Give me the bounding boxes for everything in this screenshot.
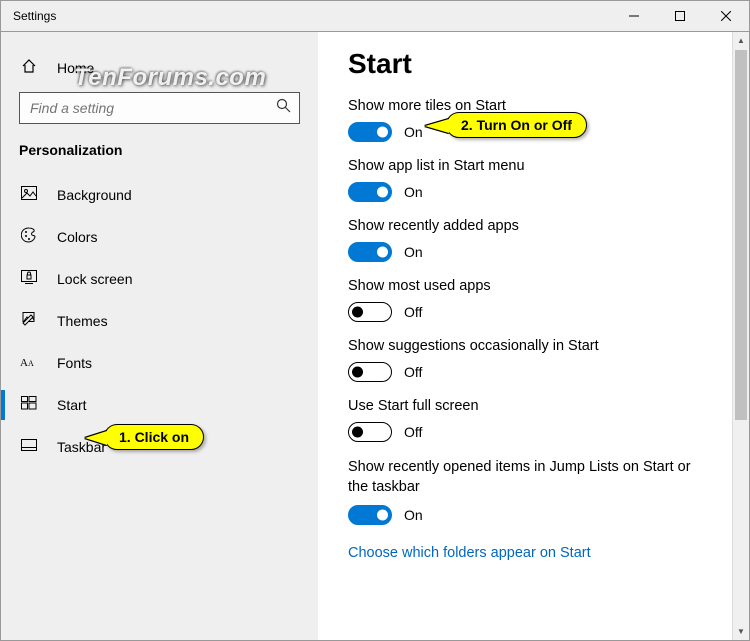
annotation-turn-on-off: 2. Turn On or Off	[446, 112, 587, 138]
toggle-state: On	[404, 507, 423, 523]
toggle-most-used[interactable]	[348, 302, 392, 322]
setting-label: Show recently added apps	[348, 218, 727, 234]
toggle-state: Off	[404, 304, 422, 320]
sidebar-item-background[interactable]: Background	[1, 174, 318, 216]
setting-label: Use Start full screen	[348, 398, 727, 414]
palette-icon	[19, 227, 39, 248]
picture-icon	[19, 186, 39, 205]
choose-folders-link[interactable]: Choose which folders appear on Start	[348, 545, 591, 561]
toggle-full-screen[interactable]	[348, 422, 392, 442]
sidebar-item-start[interactable]: Start	[1, 384, 318, 426]
toggle-show-app-list[interactable]	[348, 182, 392, 202]
minimize-button[interactable]	[611, 1, 657, 32]
lock-screen-icon	[19, 270, 39, 289]
maximize-button[interactable]	[657, 1, 703, 32]
svg-text:A: A	[20, 357, 28, 368]
setting-most-used: Show most used apps Off	[348, 278, 727, 322]
sidebar-item-label: Themes	[39, 313, 108, 329]
nav-home[interactable]: Home	[1, 48, 318, 88]
sidebar-item-lock-screen[interactable]: Lock screen	[1, 258, 318, 300]
scrollbar[interactable]: ▲ ▼	[732, 32, 749, 640]
search-box[interactable]	[19, 92, 300, 124]
toggle-show-more-tiles[interactable]	[348, 122, 392, 142]
toggle-state: Off	[404, 424, 422, 440]
sidebar-item-fonts[interactable]: AA Fonts	[1, 342, 318, 384]
sidebar-item-label: Start	[39, 397, 87, 413]
setting-jump-lists: Show recently opened items in Jump Lists…	[348, 458, 727, 525]
toggle-state: On	[404, 244, 423, 260]
scroll-thumb[interactable]	[735, 50, 747, 420]
start-icon	[19, 396, 39, 415]
toggle-state: On	[404, 124, 423, 140]
fonts-icon: AA	[19, 354, 39, 373]
setting-show-app-list: Show app list in Start menu On	[348, 158, 727, 202]
toggle-suggestions[interactable]	[348, 362, 392, 382]
setting-label: Show recently opened items in Jump Lists…	[348, 458, 708, 497]
sidebar: Home Personalization Background Colors	[1, 32, 318, 640]
setting-label: Show suggestions occasionally in Start	[348, 338, 727, 354]
sidebar-item-colors[interactable]: Colors	[1, 216, 318, 258]
toggle-recently-added[interactable]	[348, 242, 392, 262]
toggle-jump-lists[interactable]	[348, 505, 392, 525]
setting-full-screen: Use Start full screen Off	[348, 398, 727, 442]
scroll-down-icon[interactable]: ▼	[733, 623, 749, 640]
toggle-state: On	[404, 184, 423, 200]
window-title: Settings	[1, 9, 56, 23]
annotation-click-on: 1. Click on	[104, 424, 204, 450]
setting-recently-added: Show recently added apps On	[348, 218, 727, 262]
taskbar-icon	[19, 438, 39, 456]
scroll-up-icon[interactable]: ▲	[733, 32, 749, 49]
toggle-state: Off	[404, 364, 422, 380]
sidebar-item-themes[interactable]: Themes	[1, 300, 318, 342]
svg-text:A: A	[28, 359, 34, 368]
sidebar-item-label: Colors	[39, 229, 97, 245]
sidebar-item-label: Background	[39, 187, 132, 203]
sidebar-item-label: Lock screen	[39, 271, 132, 287]
nav-home-label: Home	[39, 60, 94, 76]
themes-icon	[19, 312, 39, 331]
close-button[interactable]	[703, 1, 749, 32]
setting-label: Show most used apps	[348, 278, 727, 294]
search-input[interactable]	[28, 99, 276, 117]
search-icon	[276, 98, 291, 118]
page-heading: Start	[348, 48, 727, 80]
titlebar: Settings	[0, 0, 750, 32]
setting-suggestions: Show suggestions occasionally in Start O…	[348, 338, 727, 382]
home-icon	[19, 58, 39, 79]
setting-label: Show app list in Start menu	[348, 158, 727, 174]
sidebar-category: Personalization	[1, 138, 318, 168]
sidebar-item-label: Fonts	[39, 355, 92, 371]
